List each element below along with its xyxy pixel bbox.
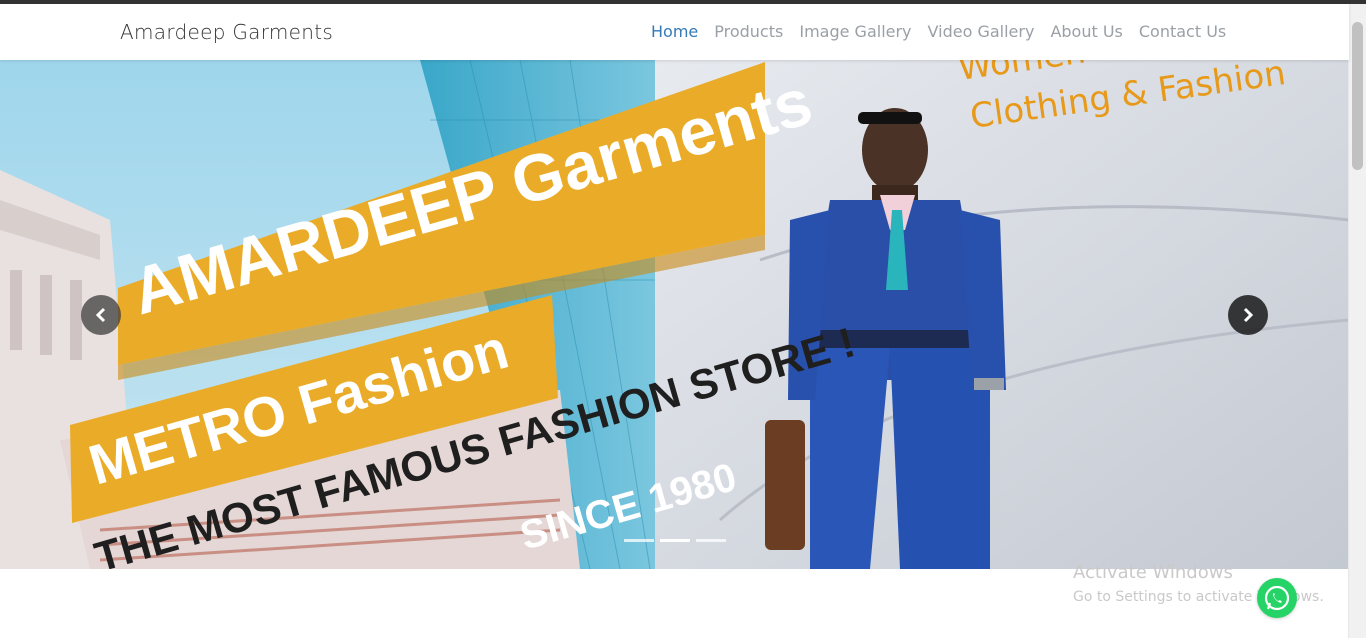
brand-logo-text[interactable]: Amardeep Garments bbox=[120, 20, 333, 44]
page-scrollbar[interactable] bbox=[1348, 4, 1366, 638]
carousel-indicator-2[interactable] bbox=[660, 539, 690, 542]
carousel-next-button[interactable] bbox=[1228, 295, 1268, 335]
chevron-right-icon bbox=[1243, 307, 1254, 323]
nav-about-us[interactable]: About Us bbox=[1042, 22, 1130, 41]
scrollbar-thumb[interactable] bbox=[1352, 22, 1363, 170]
nav-home[interactable]: Home bbox=[643, 22, 706, 41]
site-navbar: Amardeep Garments Home Products Image Ga… bbox=[0, 4, 1349, 60]
nav-image-gallery[interactable]: Image Gallery bbox=[791, 22, 919, 41]
carousel-indicators bbox=[624, 539, 726, 542]
carousel-indicator-1[interactable] bbox=[624, 539, 654, 542]
whatsapp-icon bbox=[1264, 585, 1290, 611]
main-nav: Home Products Image Gallery Video Galler… bbox=[643, 22, 1234, 41]
carousel-prev-button[interactable] bbox=[81, 295, 121, 335]
hero-carousel: AMARDEEP Garments METRO Fashion THE MOST… bbox=[0, 60, 1349, 569]
nav-video-gallery[interactable]: Video Gallery bbox=[920, 22, 1043, 41]
whatsapp-button[interactable] bbox=[1257, 578, 1297, 618]
nav-contact-us[interactable]: Contact Us bbox=[1131, 22, 1234, 41]
nav-products[interactable]: Products bbox=[706, 22, 791, 41]
chevron-left-icon bbox=[95, 307, 106, 323]
hero-slide-image: AMARDEEP Garments METRO Fashion THE MOST… bbox=[0, 60, 1349, 569]
carousel-indicator-3[interactable] bbox=[696, 539, 726, 542]
